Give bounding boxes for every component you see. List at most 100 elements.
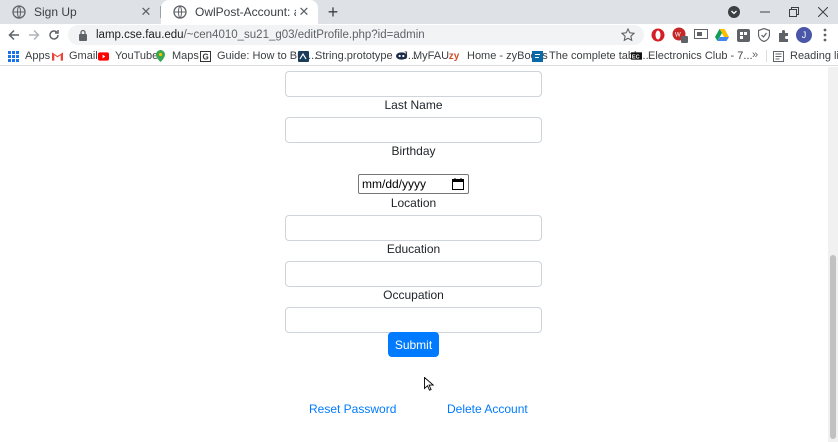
reload-icon	[49, 30, 59, 40]
web-extension-icon[interactable]: W	[672, 27, 688, 43]
bookmark-label: Electronics Club - 7...	[648, 50, 753, 62]
delete-account-link[interactable]: Delete Account	[447, 402, 528, 416]
submit-button[interactable]: Submit	[388, 332, 439, 357]
bookmark-youtube[interactable]: YouTube	[98, 48, 158, 64]
shield-extension-icon[interactable]	[756, 27, 772, 43]
reset-password-link[interactable]: Reset Password	[309, 402, 396, 416]
drive-extension-icon[interactable]	[714, 27, 730, 43]
bookmarks-divider	[766, 50, 767, 62]
google-drive-icon	[715, 29, 729, 41]
screen-icon	[694, 29, 708, 39]
tab-title: Sign Up	[34, 5, 77, 19]
tab-search-button[interactable]	[726, 4, 742, 20]
web-icon: W	[672, 27, 688, 43]
apps-grid-icon	[8, 50, 19, 62]
bookmarks-overflow-button[interactable]: »	[752, 49, 758, 61]
bookmark-gmail[interactable]: Gmail	[52, 48, 98, 64]
forward-button[interactable]	[24, 25, 44, 45]
mdn-icon	[298, 50, 309, 62]
close-window-button[interactable]	[808, 0, 838, 24]
bookmark-label: Gmail	[69, 50, 98, 62]
bookmark-label: Apps	[25, 50, 51, 62]
page-content: Last Name Birthday mm/dd/yyyy Location E…	[0, 67, 828, 442]
grid-icon	[736, 28, 750, 42]
bookmark-myfau[interactable]: MyFAU	[396, 48, 449, 64]
svg-text:EC: EC	[632, 54, 640, 60]
birthday-date-input[interactable]: mm/dd/yyyy	[358, 174, 469, 194]
new-tab-button[interactable]: +	[322, 2, 344, 22]
owl-icon	[396, 51, 407, 62]
location-label: Location	[390, 196, 437, 210]
page-scrollbar[interactable]	[828, 67, 838, 442]
bookmark-star-icon[interactable]	[620, 27, 636, 43]
tab-sign-up[interactable]: Sign Up ✕	[0, 0, 160, 24]
bookmark-label: YouTube	[115, 50, 159, 62]
tab-title: OwlPost-Account: admin	[195, 5, 296, 19]
url-host: lamp.cse.fau.edu	[96, 29, 184, 41]
bookmark-label: MyFAU	[413, 50, 450, 62]
screen-extension-icon[interactable]	[693, 27, 709, 43]
reading-list-label: Reading list	[790, 50, 838, 62]
calendar-icon[interactable]	[452, 178, 464, 190]
gmail-icon	[52, 51, 63, 62]
back-button[interactable]	[4, 25, 24, 45]
tab-search-icon	[728, 6, 740, 18]
first-name-input[interactable]	[285, 71, 542, 97]
bookmark-maps[interactable]: Maps	[155, 48, 199, 64]
reading-list-icon	[773, 50, 784, 62]
education-input[interactable]	[285, 261, 542, 287]
browser-menu-button[interactable]	[820, 27, 830, 43]
last-name-label: Last Name	[384, 98, 443, 112]
birthday-label: Birthday	[391, 144, 436, 158]
arrow-left-icon	[8, 29, 19, 41]
arrow-right-icon	[29, 29, 40, 41]
minimize-icon	[760, 11, 770, 13]
education-label: Education	[386, 242, 441, 256]
location-input[interactable]	[285, 215, 542, 241]
minimize-button[interactable]	[750, 0, 780, 24]
bookmark-apps[interactable]: Apps	[8, 48, 50, 64]
globe-icon	[173, 5, 187, 19]
occupation-input[interactable]	[285, 307, 542, 333]
svg-text:G: G	[203, 52, 209, 61]
occupation-label: Occupation	[383, 288, 444, 302]
restore-icon	[789, 7, 799, 17]
guide-icon: G	[200, 50, 211, 62]
tab-owlpost-account[interactable]: OwlPost-Account: admin ✕	[161, 0, 318, 24]
electronics-icon: EC	[631, 51, 642, 62]
youtube-icon	[98, 51, 109, 62]
table-icon	[532, 50, 543, 62]
restore-button[interactable]	[779, 0, 809, 24]
opera-extension-icon[interactable]	[650, 27, 666, 43]
puzzle-icon	[778, 29, 788, 42]
lock-icon[interactable]	[78, 29, 88, 41]
zybooks-icon: zy	[448, 50, 460, 62]
address-bar[interactable]: lamp.cse.fau.edu/~cen4010_su21_g03/editP…	[68, 25, 644, 45]
avatar-letter: J	[801, 30, 807, 40]
reading-list-button[interactable]: Reading list	[773, 48, 838, 64]
grid-extension-icon[interactable]	[735, 27, 751, 43]
last-name-input[interactable]	[285, 117, 542, 143]
bookmark-label: Maps	[172, 50, 199, 62]
globe-icon	[12, 5, 26, 19]
more-vert-icon	[823, 28, 827, 42]
bookmark-electronics-club[interactable]: EC Electronics Club - 7...	[631, 48, 753, 64]
browser-toolbar: lamp.cse.fau.edu/~cen4010_su21_g03/editP…	[0, 24, 838, 46]
url-path: /~cen4010_su21_g03/editProfile.php?id=ad…	[183, 29, 425, 41]
close-tab-icon[interactable]: ✕	[296, 4, 312, 20]
birthday-placeholder: mm/dd/yyyy	[362, 177, 427, 191]
bookmarks-bar: Apps Gmail YouTube Maps G Guide: How to …	[0, 46, 838, 66]
mouse-cursor-icon	[424, 377, 434, 391]
svg-text:W: W	[675, 33, 681, 39]
profile-avatar[interactable]: J	[796, 27, 812, 43]
tab-strip: Sign Up ✕ OwlPost-Account: admin ✕ +	[0, 0, 838, 24]
scrollbar-thumb[interactable]	[830, 255, 836, 439]
reload-button[interactable]	[44, 25, 64, 45]
shield-icon	[758, 28, 770, 42]
url-text[interactable]: lamp.cse.fau.edu/~cen4010_su21_g03/editP…	[96, 29, 425, 41]
close-icon	[818, 7, 828, 17]
close-tab-icon[interactable]: ✕	[138, 4, 154, 20]
maps-icon	[155, 50, 166, 62]
extensions-button[interactable]	[776, 27, 792, 43]
opera-icon	[651, 28, 665, 42]
